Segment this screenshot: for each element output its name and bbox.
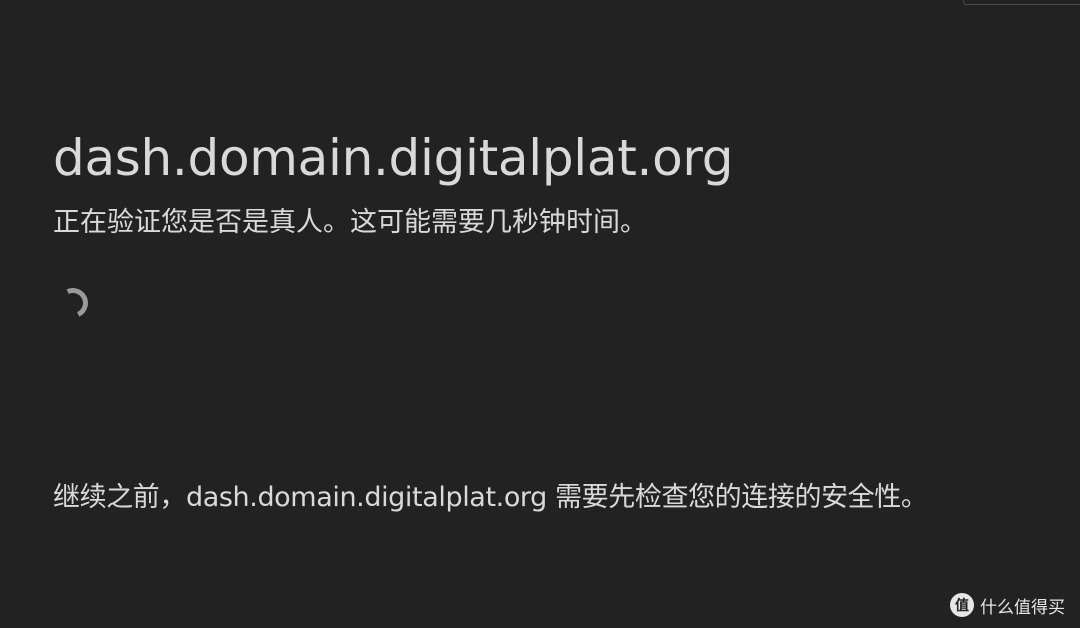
- site-title: dash.domain.digitalplat.org: [53, 129, 734, 187]
- watermark: 值 什么值得买: [950, 590, 1065, 620]
- loading-spinner-icon: [53, 283, 93, 323]
- watermark-text: 什么值得买: [980, 597, 1065, 618]
- smzdm-logo-icon: 值: [950, 593, 974, 617]
- verification-message: 正在验证您是否是真人。这可能需要几秒钟时间。: [53, 207, 647, 238]
- top-right-edge: [963, 0, 1080, 5]
- security-notice: 继续之前，dash.domain.digitalplat.org 需要先检查您的…: [53, 482, 928, 513]
- challenge-page: dash.domain.digitalplat.org 正在验证您是否是真人。这…: [0, 0, 1080, 628]
